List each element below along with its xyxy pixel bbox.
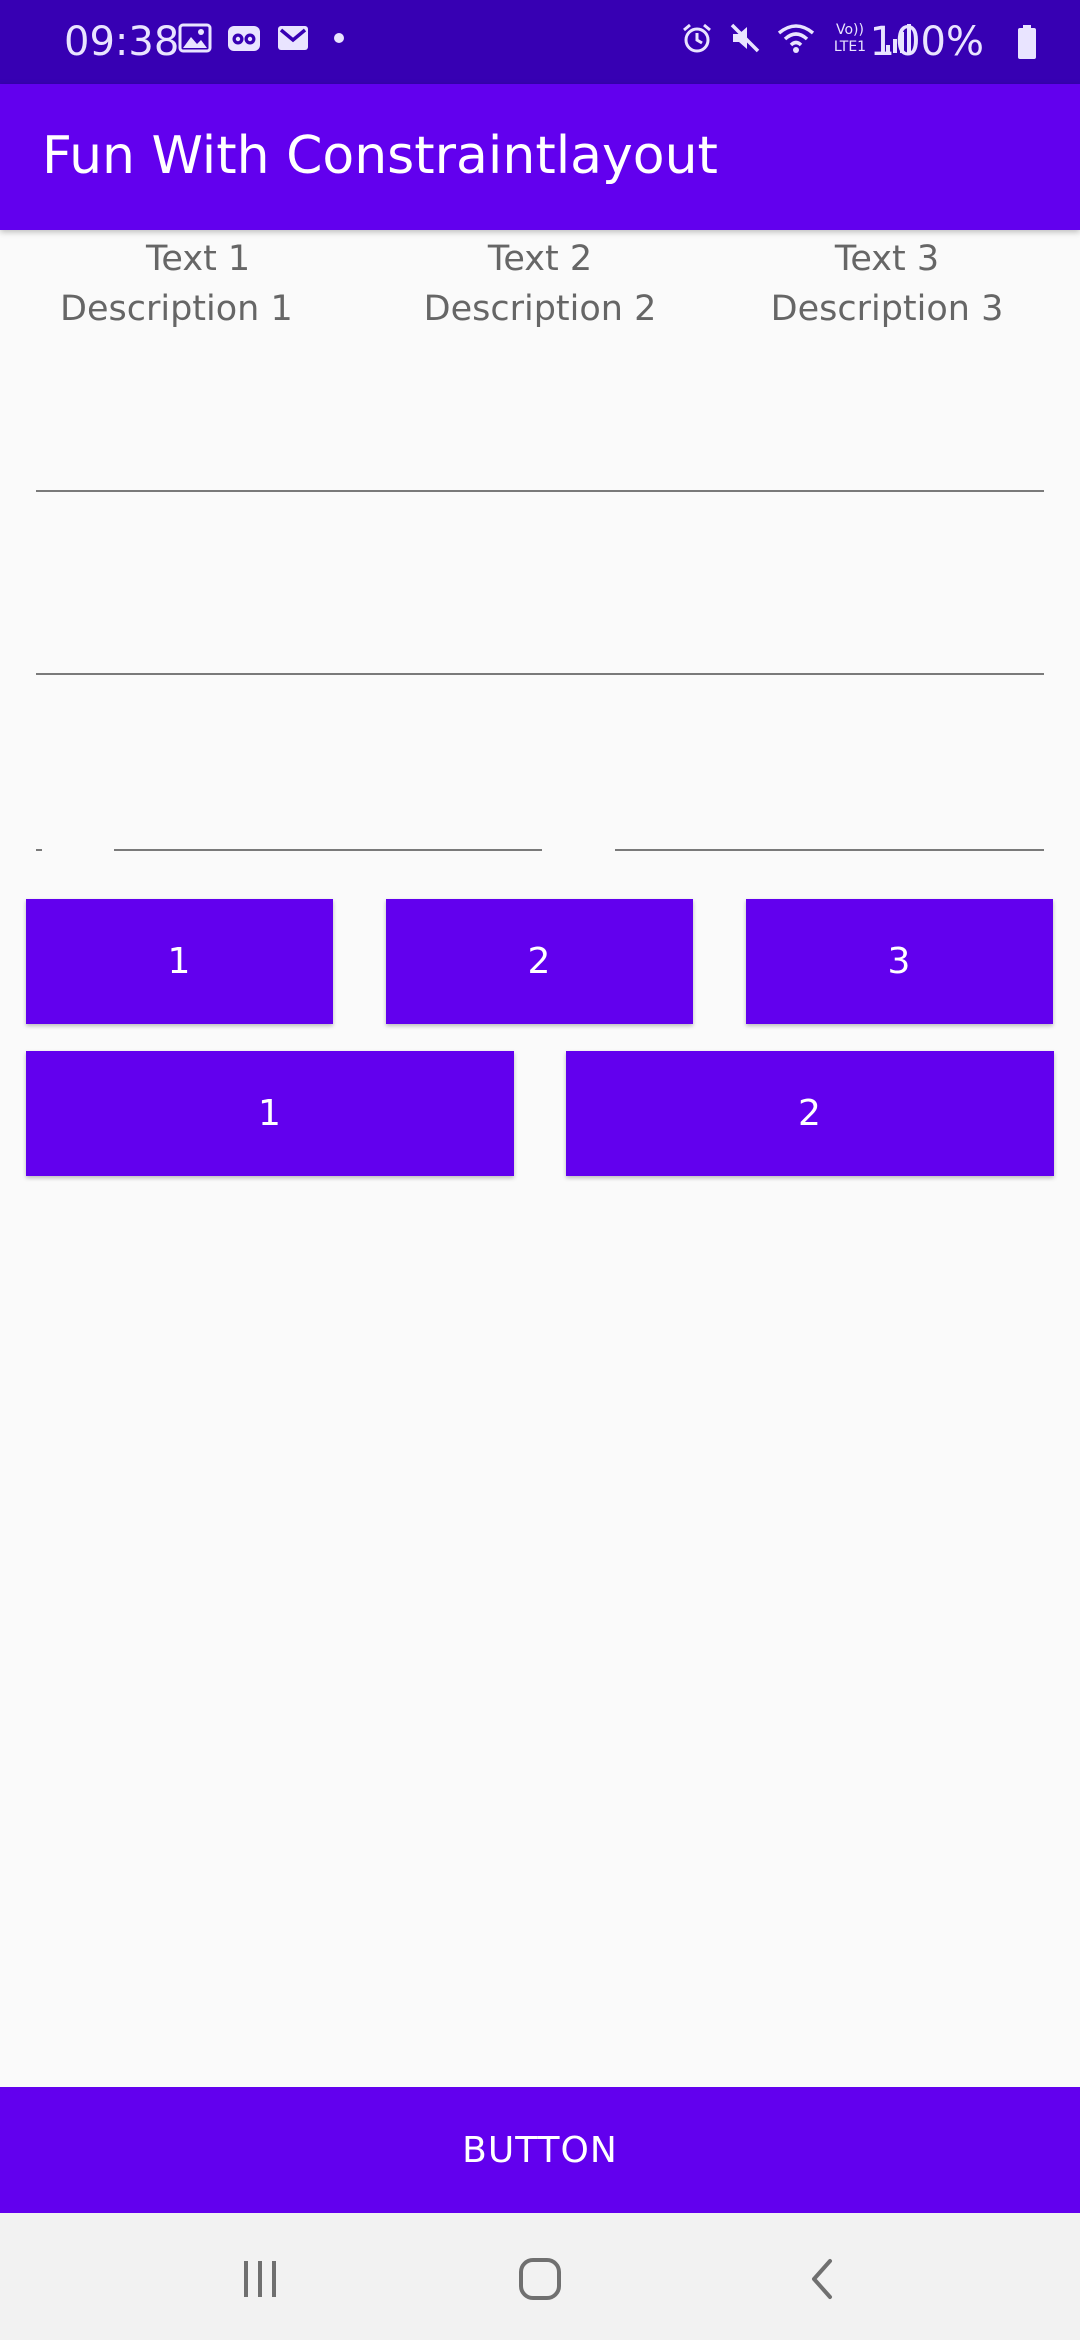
- svg-text:Vo)): Vo)): [836, 22, 864, 38]
- row2-button-2[interactable]: 2: [566, 1051, 1054, 1176]
- recents-icon[interactable]: [220, 2251, 300, 2307]
- row1-button-2[interactable]: 2: [386, 899, 693, 1024]
- notification-dot-icon: [324, 23, 354, 53]
- text-1-label: Text 1: [146, 239, 251, 279]
- bottom-button[interactable]: BUTTON: [0, 2087, 1080, 2213]
- text-input-collapsed[interactable]: [36, 849, 42, 851]
- gallery-icon: [178, 22, 212, 54]
- navigation-bar: [0, 2213, 1080, 2340]
- volte-icon: Vo)) LTE1: [830, 20, 870, 56]
- text-input-3[interactable]: [114, 849, 542, 851]
- text-input-1[interactable]: [36, 490, 1044, 492]
- row1-button-1[interactable]: 1: [26, 899, 333, 1024]
- text-3-label: Text 3: [834, 239, 940, 279]
- description-3-label: Description 3: [770, 289, 1004, 329]
- text-2-label: Text 2: [487, 239, 593, 279]
- app-bar: Fun With Constraintlayout: [0, 84, 1080, 230]
- alarm-icon: [680, 21, 714, 55]
- gmail-icon: [276, 23, 310, 53]
- home-icon[interactable]: [500, 2251, 580, 2307]
- description-2-label: Description 2: [423, 289, 657, 329]
- text-input-4[interactable]: [615, 849, 1044, 851]
- svg-text:LTE1: LTE1: [834, 39, 866, 55]
- description-1-label: Description 1: [60, 289, 293, 329]
- tripadvisor-icon: [226, 22, 262, 54]
- status-left-icons: [178, 22, 354, 54]
- status-bar: 09:38 Vo)) LTE1 100%: [0, 0, 1080, 84]
- wifi-icon: [776, 21, 816, 55]
- battery-percent: 100%: [869, 19, 984, 65]
- mute-icon: [728, 21, 762, 55]
- row2-button-1[interactable]: 1: [26, 1051, 514, 1176]
- text-column-3: Text 3 Description 3: [747, 234, 1027, 334]
- text-input-2[interactable]: [36, 673, 1044, 675]
- text-column-2: Text 2 Description 2: [400, 234, 680, 334]
- app-title: Fun With Constraintlayout: [42, 126, 718, 186]
- back-icon[interactable]: [782, 2251, 862, 2307]
- status-time: 09:38: [64, 19, 180, 65]
- battery-icon: [1016, 24, 1038, 60]
- row1-button-3[interactable]: 3: [746, 899, 1053, 1024]
- text-column-1: Text 1 Description 1: [60, 234, 325, 334]
